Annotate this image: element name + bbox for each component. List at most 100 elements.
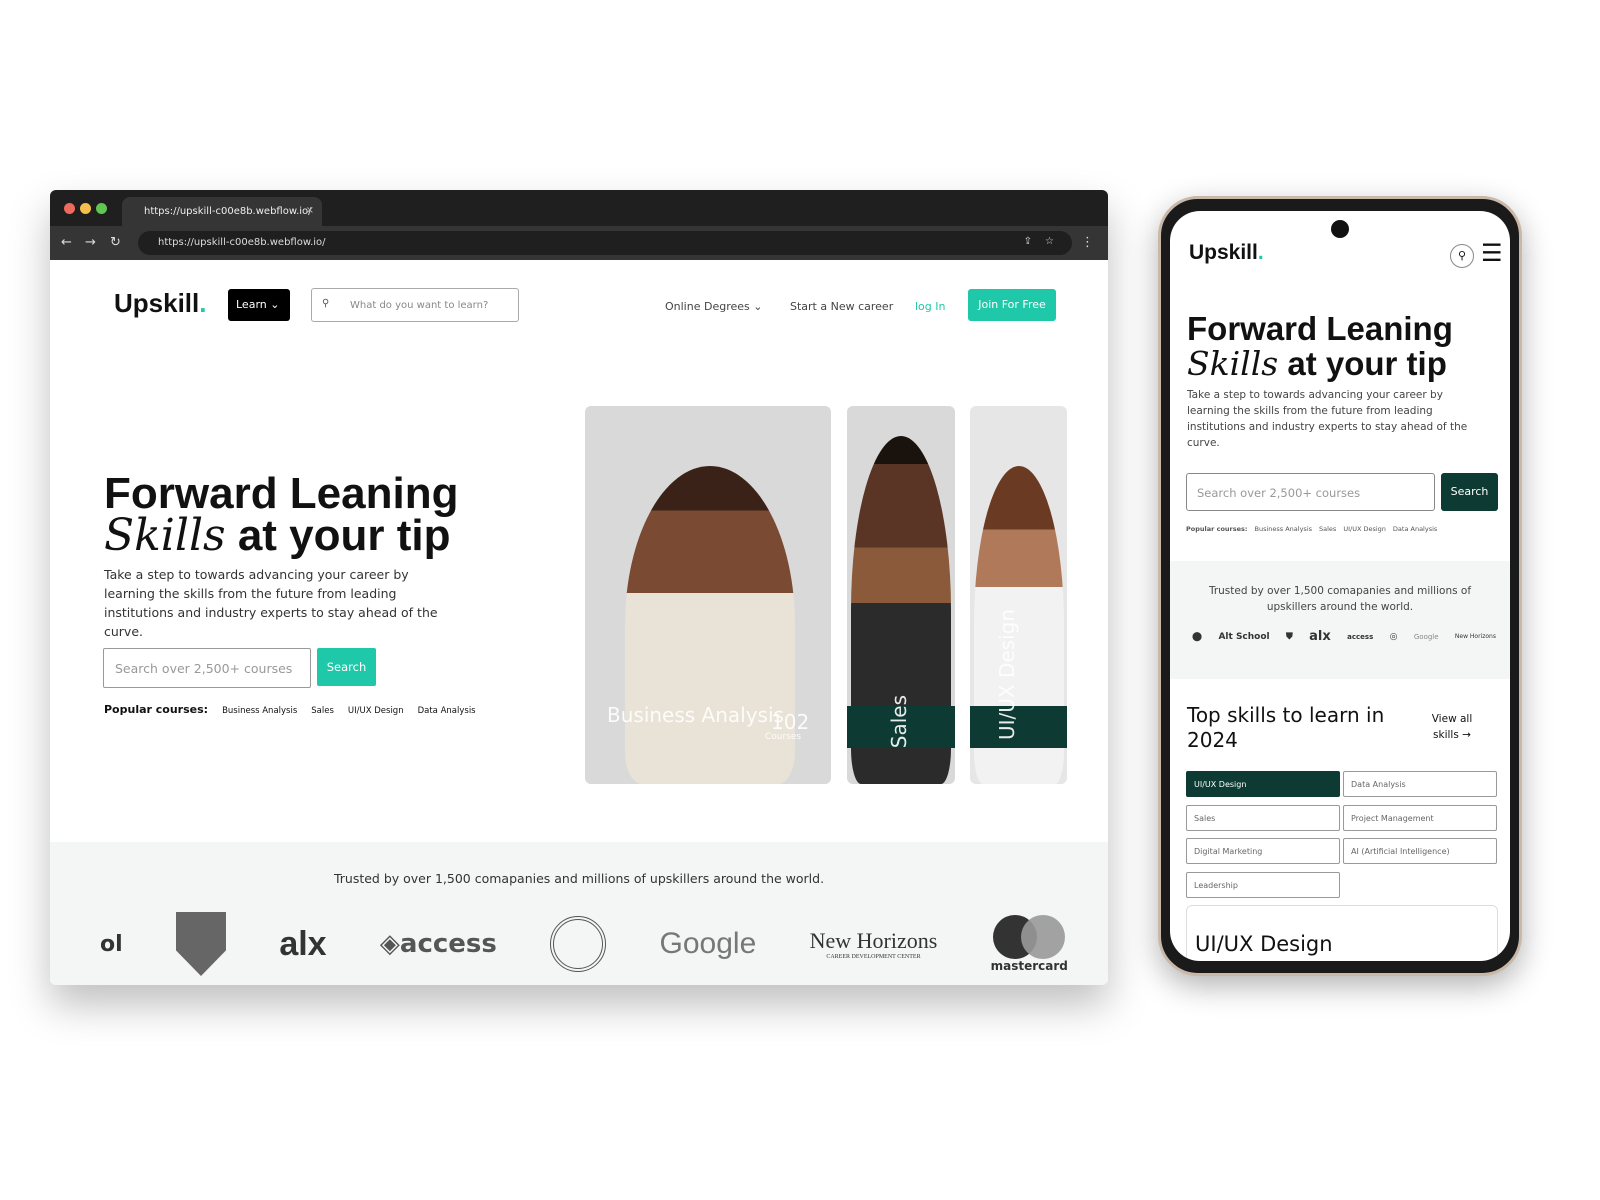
mobile-hero-title: Forward Leaning Skills at your tip xyxy=(1187,311,1453,381)
mastercard-text: mastercard xyxy=(990,959,1068,973)
camera xyxy=(1331,220,1349,238)
browser-window: https://upskill-c00e8b.webflow.io/× ← → … xyxy=(50,190,1108,985)
partner-logos: ol alx ◈access Google New Horizons CAREER… xyxy=(100,912,1068,976)
logo-dot: . xyxy=(199,288,207,318)
popular-label: Popular courses: xyxy=(104,703,209,716)
mobile-logo[interactable]: Upskill. xyxy=(1189,241,1264,265)
popular-course-link[interactable]: Sales xyxy=(311,706,334,716)
popular-course-link[interactable]: Sales xyxy=(1319,525,1336,533)
share-icon[interactable]: ⇪ xyxy=(1024,236,1032,247)
logo-google: Google xyxy=(1413,632,1439,641)
logo-new-horizons: New Horizons xyxy=(1454,633,1496,640)
mastercard-circle xyxy=(1021,915,1066,959)
popular-label: Popular courses: xyxy=(1186,525,1248,533)
skill-chip[interactable]: Digital Marketing xyxy=(1186,838,1340,864)
hamburger-menu-icon[interactable]: ☰ xyxy=(1481,239,1503,267)
close-window-button[interactable] xyxy=(64,203,75,214)
mobile-search-button[interactable]: Search xyxy=(1441,473,1498,511)
new-horizons-sub: CAREER DEVELOPMENT CENTER xyxy=(826,954,921,960)
university-seal-logo: ◎ xyxy=(1389,631,1398,642)
skills-title: Top skills to learn in 2024 xyxy=(1187,703,1385,752)
skill-chip[interactable]: Leadership xyxy=(1186,872,1340,898)
course-search-input[interactable]: Search over 2,500+ courses xyxy=(103,648,311,688)
back-icon[interactable]: ← xyxy=(61,235,72,250)
logo-alx: alx xyxy=(279,924,327,963)
menu-icon[interactable]: ⋮ xyxy=(1081,235,1094,250)
logo[interactable]: Upskill. xyxy=(114,288,206,319)
search-placeholder: What do you want to learn? xyxy=(350,300,489,311)
course-card-business-analysis[interactable]: Business Analysis 102 Courses xyxy=(585,406,831,784)
view-all-skills-link[interactable]: View all skills → xyxy=(1422,711,1482,743)
learn-label: Learn xyxy=(236,298,267,311)
popular-course-link[interactable]: Data Analysis xyxy=(1393,525,1437,533)
minimize-window-button[interactable] xyxy=(80,203,91,214)
login-link[interactable]: log In xyxy=(915,300,945,313)
mobile-partner-logos: ⬤ Alt School ⛊ alx access ◎ Google New H… xyxy=(1170,615,1510,644)
course-card-uiux[interactable]: UI/UX Design xyxy=(970,406,1067,784)
close-tab-icon[interactable]: × xyxy=(306,205,314,216)
logo-mastercard: mastercard xyxy=(991,915,1068,973)
skill-chip[interactable]: Data Analysis xyxy=(1343,771,1497,797)
hero-title-em: Skills xyxy=(104,510,226,561)
search-input[interactable]: ⚲ What do you want to learn? xyxy=(311,288,519,322)
logo-text: Upskill xyxy=(114,288,200,318)
url-text: https://upskill-c00e8b.webflow.io/ xyxy=(158,237,326,248)
university-seal-logo xyxy=(550,916,607,972)
hero-title-rest: at your tip xyxy=(225,511,451,560)
nav-start-new-career[interactable]: Start a New career xyxy=(790,300,893,313)
logo-text: Upskill xyxy=(1189,241,1258,264)
new-horizons-text: New Horizons xyxy=(809,928,938,953)
mastercard-logo: ⬤ xyxy=(1192,631,1203,642)
skill-card[interactable]: UI/UX Design xyxy=(1186,905,1498,961)
logo-access: access xyxy=(1347,632,1374,641)
card-count: 102 xyxy=(771,710,810,734)
shield-crest-logo: ⛊ xyxy=(1286,631,1293,642)
join-button[interactable]: Join For Free xyxy=(968,289,1056,321)
skill-chip[interactable]: Sales xyxy=(1186,805,1340,831)
popular-course-link[interactable]: Data Analysis xyxy=(418,706,476,716)
skill-card-title: UI/UX Design xyxy=(1195,932,1333,956)
skill-chip[interactable]: Project Management xyxy=(1343,805,1497,831)
popular-course-link[interactable]: Business Analysis xyxy=(1255,525,1313,533)
popular-course-link[interactable]: Business Analysis xyxy=(222,706,297,716)
logo-dot: . xyxy=(1257,241,1264,264)
skill-chip[interactable]: AI (Artificial Intelligence) xyxy=(1343,838,1497,864)
logo-new-horizons: New Horizons CAREER DEVELOPMENT CENTER xyxy=(810,928,938,960)
popular-courses: Popular courses: Business Analysis Sales… xyxy=(104,703,476,716)
hero-title-rest: at your tip xyxy=(1278,345,1447,382)
search-icon[interactable]: ⚲ xyxy=(1450,244,1474,268)
logo-google: Google xyxy=(659,927,757,960)
hero-title-em: Skills xyxy=(1187,344,1279,383)
mobile-hero-description: Take a step to towards advancing your ca… xyxy=(1187,389,1468,449)
learn-dropdown[interactable]: Learn ⌄ xyxy=(228,289,290,321)
skill-chip[interactable]: UI/UX Design xyxy=(1186,771,1340,797)
card-label: Sales xyxy=(887,694,911,748)
tab-title: https://upskill-c00e8b.webflow.io/ xyxy=(144,206,312,217)
logo-altschool: ol xyxy=(100,931,123,957)
phone-screen: Upskill. ⚲ ☰ Forward Leaning Skills at yo… xyxy=(1170,211,1510,961)
popular-course-link[interactable]: UI/UX Design xyxy=(348,706,404,716)
address-bar-row: ← → ↻ https://upskill-c00e8b.webflow.io/… xyxy=(50,226,1108,260)
hero-title-line1: Forward Leaning xyxy=(1187,310,1453,347)
logo-access-text: access xyxy=(399,929,497,959)
mobile-search-input[interactable]: Search over 2,500+ courses xyxy=(1186,473,1435,511)
popular-course-link[interactable]: UI/UX Design xyxy=(1343,525,1386,533)
forward-icon[interactable]: → xyxy=(85,235,96,250)
logo-access: ◈access xyxy=(380,929,497,959)
trust-section: Trusted by over 1,500 comapanies and mil… xyxy=(50,842,1108,985)
course-card-sales[interactable]: Sales xyxy=(847,406,955,784)
logo-alx: alx xyxy=(1309,629,1331,644)
star-icon[interactable]: ☆ xyxy=(1045,236,1054,247)
arrow-right-icon: → xyxy=(1462,729,1471,741)
chevron-down-icon: ⌄ xyxy=(753,300,763,313)
trust-text: Trusted by over 1,500 comapanies and mil… xyxy=(333,871,825,886)
reload-icon[interactable]: ↻ xyxy=(110,235,121,250)
shield-crest-logo xyxy=(175,912,226,976)
maximize-window-button[interactable] xyxy=(96,203,107,214)
webpage: Upskill. Learn ⌄ ⚲ What do you want to le… xyxy=(50,260,1108,985)
search-button[interactable]: Search xyxy=(317,648,376,686)
nav-online-degrees[interactable]: Online Degrees ⌄ xyxy=(665,300,762,313)
browser-tab[interactable]: https://upskill-c00e8b.webflow.io/× xyxy=(122,197,322,226)
hero-description: Take a step to towards advancing your ca… xyxy=(104,567,438,639)
url-field[interactable]: https://upskill-c00e8b.webflow.io/ ⇪ ☆ xyxy=(138,231,1072,255)
